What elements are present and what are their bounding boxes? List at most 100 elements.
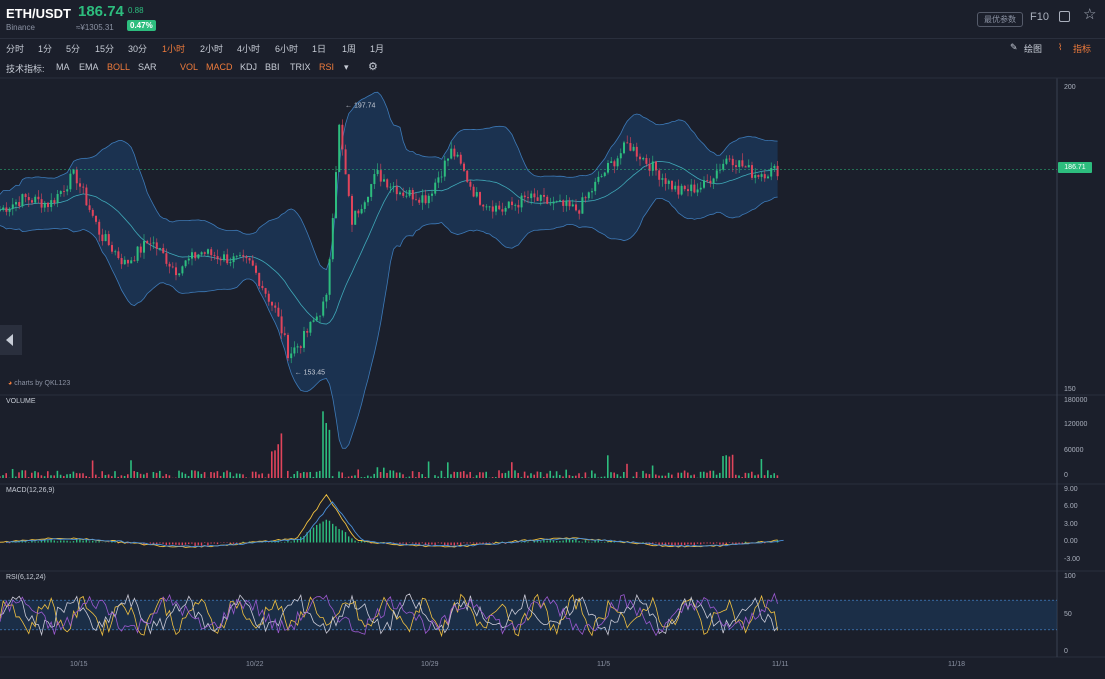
- candle: [392, 186, 395, 188]
- macd-histogram-bar: [181, 542, 183, 546]
- volume-bar: [469, 471, 471, 478]
- volume-bar: [386, 472, 388, 478]
- volume-bar: [226, 470, 228, 478]
- volume-bar: [56, 470, 59, 478]
- macd-histogram-bar: [460, 542, 462, 545]
- volume-bar: [533, 474, 535, 478]
- macd-histogram-bar: [229, 542, 231, 544]
- candle: [213, 255, 216, 257]
- candle: [770, 168, 773, 177]
- current-price-tag: 186.71: [1058, 162, 1092, 173]
- candle: [619, 153, 622, 159]
- volume-bar: [27, 477, 30, 478]
- candle: [549, 203, 552, 205]
- macd-histogram-bar: [335, 526, 337, 543]
- macd-histogram-bar: [216, 542, 219, 545]
- chart-canvas[interactable]: ← 197.74 ← 153.45: [0, 0, 1105, 679]
- candle: [703, 180, 705, 188]
- volume-bar: [200, 473, 203, 478]
- candle: [367, 196, 369, 203]
- volume-bar: [626, 463, 628, 478]
- volume-bar: [504, 472, 507, 478]
- macd-histogram-bar: [56, 541, 59, 543]
- macd-histogram-bar: [613, 541, 615, 543]
- candle: [552, 201, 555, 204]
- date-tick: 11/11: [772, 661, 789, 668]
- date-tick: 10/29: [421, 661, 439, 668]
- candle: [235, 255, 238, 257]
- candle: [120, 258, 123, 265]
- candle: [610, 161, 613, 163]
- candle: [53, 200, 56, 204]
- candle: [395, 186, 398, 195]
- volume-bar: [722, 456, 724, 478]
- volume-bar: [367, 475, 369, 478]
- volume-bar: [453, 471, 455, 478]
- candle: [418, 199, 421, 203]
- candle: [347, 174, 350, 196]
- candle: [283, 333, 286, 335]
- volume-bar: [146, 472, 148, 478]
- macd-histogram-bar: [540, 541, 542, 543]
- macd-histogram-bar: [232, 542, 235, 544]
- macd-histogram-bar: [200, 542, 203, 546]
- macd-histogram-bar: [341, 530, 343, 543]
- macd-histogram-bar: [431, 542, 433, 545]
- volume-bar: [91, 460, 94, 478]
- candle: [475, 192, 478, 197]
- candle: [642, 158, 645, 160]
- volume-bar: [642, 470, 644, 478]
- macd-histogram-bar: [527, 541, 529, 543]
- watermark: ◕ charts by QKL123: [8, 380, 70, 387]
- candle: [671, 180, 673, 190]
- candle: [15, 202, 17, 205]
- scroll-left-button[interactable]: [0, 325, 22, 355]
- volume-bar: [434, 475, 436, 478]
- volume-bar: [197, 471, 199, 478]
- candle: [171, 266, 174, 268]
- candle: [344, 149, 347, 175]
- volume-bar: [155, 472, 158, 478]
- volume-bar: [133, 471, 135, 478]
- macd-histogram-bar: [671, 542, 673, 546]
- volume-bar: [50, 475, 52, 478]
- macd-histogram-bar: [447, 542, 449, 546]
- candle: [706, 180, 709, 182]
- volume-bar: [591, 470, 593, 478]
- volume-bar: [687, 472, 689, 478]
- candle: [146, 241, 149, 244]
- volume-bar: [306, 472, 308, 478]
- volume-bar: [24, 470, 27, 478]
- volume-bar: [658, 475, 660, 478]
- macd-histogram-bar: [37, 541, 39, 543]
- macd-histogram-bar: [210, 542, 212, 544]
- candle: [40, 199, 43, 208]
- candle: [632, 146, 635, 151]
- candle: [370, 184, 373, 197]
- volume-bar: [15, 476, 17, 478]
- macd-histogram-bar: [466, 542, 468, 544]
- volume-bar: [392, 470, 395, 478]
- candle: [178, 273, 181, 276]
- volume-bar: [309, 471, 311, 478]
- macd-histogram-bar: [82, 540, 84, 543]
- candle: [351, 195, 353, 225]
- volume-bar: [424, 476, 427, 478]
- volume-tick: 60000: [1064, 447, 1084, 454]
- candle: [760, 174, 763, 177]
- macd-histogram-bar: [520, 541, 523, 543]
- macd-histogram-bar: [642, 541, 644, 543]
- candle: [661, 178, 664, 180]
- max-price-label: ← 197.74: [345, 103, 375, 110]
- volume-bar: [402, 474, 404, 478]
- candle: [437, 177, 440, 183]
- macd-histogram-bar: [463, 542, 465, 544]
- volume-bar: [325, 423, 327, 478]
- candle: [738, 160, 741, 168]
- macd-tick: 3.00: [1064, 521, 1078, 528]
- volume-bar: [18, 472, 20, 478]
- macd-tick: 6.00: [1064, 503, 1078, 510]
- candle: [34, 196, 37, 203]
- volume-bar: [773, 473, 775, 478]
- volume-bar: [11, 468, 14, 478]
